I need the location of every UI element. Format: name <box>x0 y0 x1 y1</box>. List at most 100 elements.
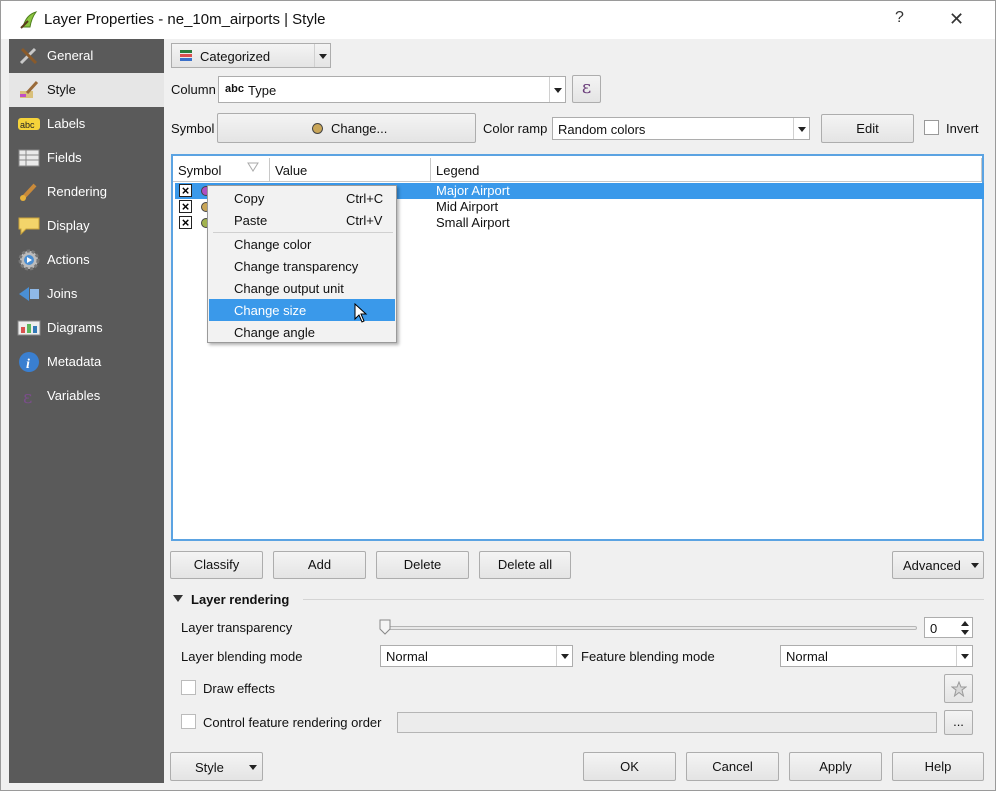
color-ramp-select[interactable]: Random colors <box>552 117 810 140</box>
symbol-label: Symbol <box>171 121 215 136</box>
abc-label-icon: abc <box>18 118 40 130</box>
transparency-spinbox[interactable]: 0 <box>924 617 973 638</box>
sidebar-item-label: Rendering <box>47 184 107 199</box>
chevron-down-icon <box>956 646 972 666</box>
sidebar-item-variables[interactable]: ε Variables <box>9 379 164 413</box>
svg-text:ε: ε <box>23 387 32 407</box>
control-order-checkbox[interactable] <box>181 714 196 729</box>
brush-icon <box>20 183 37 201</box>
renderer-type-select[interactable]: Categorized <box>171 43 331 68</box>
sidebar-item-diagrams[interactable]: Diagrams <box>9 311 164 345</box>
row-legend[interactable]: Small Airport <box>436 215 510 230</box>
chevron-down-icon <box>971 563 979 568</box>
help-title-button[interactable]: ? <box>895 9 904 27</box>
sidebar-item-label: Display <box>47 218 90 233</box>
draw-effects-label: Draw effects <box>203 681 276 696</box>
header-symbol[interactable]: Symbol <box>173 158 270 182</box>
chevron-down-icon <box>549 77 565 102</box>
join-arrow-icon <box>19 287 39 301</box>
paintbrush-icon <box>20 80 39 98</box>
qgis-logo-icon <box>20 11 38 29</box>
advanced-button[interactable]: Advanced <box>892 551 984 579</box>
sidebar-item-actions[interactable]: Actions <box>9 243 164 277</box>
sidebar-item-display[interactable]: Display <box>9 209 164 243</box>
collapse-arrow-icon[interactable] <box>173 595 183 602</box>
expression-button[interactable]: ε <box>572 75 601 103</box>
draw-effects-checkbox[interactable] <box>181 680 196 695</box>
menu-item-change-transparency[interactable]: Change transparency <box>209 255 395 277</box>
apply-button[interactable]: Apply <box>789 752 882 781</box>
sidebar-item-label: Variables <box>47 388 101 403</box>
sidebar-item-label: Actions <box>47 252 90 267</box>
chevron-down-icon <box>249 765 257 770</box>
blending-mode-label: Layer blending mode <box>181 649 303 664</box>
menu-item-copy[interactable]: Copy Ctrl+C <box>209 187 395 209</box>
add-button[interactable]: Add <box>273 551 366 579</box>
menu-item-change-color[interactable]: Change color <box>209 233 395 255</box>
chevron-down-icon <box>556 646 572 666</box>
column-value: Type <box>248 83 277 98</box>
sidebar-item-label: Joins <box>47 286 78 301</box>
sidebar-item-label: Metadata <box>47 354 102 369</box>
row-checkbox[interactable]: × <box>179 200 192 213</box>
invert-checkbox[interactable] <box>924 120 939 135</box>
sidebar-item-label: Style <box>47 82 76 97</box>
sidebar-item-joins[interactable]: Joins <box>9 277 164 311</box>
star-icon <box>951 681 967 697</box>
header-value[interactable]: Value <box>270 158 431 182</box>
delete-button[interactable]: Delete <box>376 551 469 579</box>
mouse-cursor-icon <box>354 303 368 323</box>
classify-button[interactable]: Classify <box>170 551 263 579</box>
row-checkbox[interactable]: × <box>179 184 192 197</box>
order-settings-button[interactable]: ... <box>944 710 973 735</box>
sidebar-item-rendering[interactable]: Rendering <box>9 175 164 209</box>
row-legend[interactable]: Major Airport <box>436 183 510 198</box>
layer-rendering-title[interactable]: Layer rendering <box>191 592 289 607</box>
transparency-slider[interactable] <box>384 626 917 630</box>
sidebar-item-style[interactable]: Style <box>9 73 164 107</box>
slider-handle[interactable] <box>379 619 391 635</box>
sidebar-item-fields[interactable]: Fields <box>9 141 164 175</box>
invert-label: Invert <box>946 121 979 136</box>
info-icon: i <box>19 352 39 372</box>
sidebar-item-label: Diagrams <box>47 320 103 335</box>
change-symbol-button[interactable]: Change... <box>217 113 476 143</box>
column-select[interactable]: abc Type <box>218 76 566 103</box>
feature-blending-select[interactable]: Normal <box>780 645 973 667</box>
menu-item-change-angle[interactable]: Change angle <box>209 321 395 343</box>
help-button[interactable]: Help <box>892 752 984 781</box>
sidebar-item-metadata[interactable]: i Metadata <box>9 345 164 379</box>
row-checkbox[interactable]: × <box>179 216 192 229</box>
epsilon-icon: ε <box>23 387 32 407</box>
renderer-type-value: Categorized <box>200 49 271 64</box>
spin-up-icon[interactable] <box>961 621 969 626</box>
delete-all-button[interactable]: Delete all <box>479 551 571 579</box>
spin-down-icon[interactable] <box>961 630 969 635</box>
menu-item-paste[interactable]: Paste Ctrl+V <box>209 209 395 231</box>
sidebar-item-label: Fields <box>47 150 82 165</box>
sidebar: General Style abc Labels Fields Renderin… <box>9 39 164 783</box>
header-legend[interactable]: Legend <box>431 158 982 182</box>
sidebar-item-label: General <box>47 48 94 63</box>
sidebar-item-label: Labels <box>47 116 86 131</box>
color-ramp-label: Color ramp <box>483 121 548 136</box>
symbol-preview-icon <box>312 123 323 134</box>
ok-button[interactable]: OK <box>583 752 676 781</box>
sidebar-item-labels[interactable]: abc Labels <box>9 107 164 141</box>
effects-settings-button[interactable] <box>944 674 973 703</box>
menu-item-change-output-unit[interactable]: Change output unit <box>209 277 395 299</box>
cancel-button[interactable]: Cancel <box>686 752 779 781</box>
sidebar-item-general[interactable]: General <box>9 39 164 73</box>
chevron-down-icon <box>793 118 809 139</box>
close-window-button[interactable]: ✕ <box>949 9 964 30</box>
speech-bubble-icon <box>18 217 40 236</box>
order-expression-field[interactable] <box>397 712 937 733</box>
layer-blending-select[interactable]: Normal <box>380 645 573 667</box>
categorized-icon <box>180 50 192 61</box>
svg-text:abc: abc <box>20 120 35 130</box>
edit-ramp-button[interactable]: Edit <box>821 114 914 143</box>
chevron-down-icon <box>314 44 330 67</box>
style-menu-button[interactable]: Style <box>170 752 263 781</box>
row-legend[interactable]: Mid Airport <box>436 199 498 214</box>
tools-icon <box>19 47 38 65</box>
